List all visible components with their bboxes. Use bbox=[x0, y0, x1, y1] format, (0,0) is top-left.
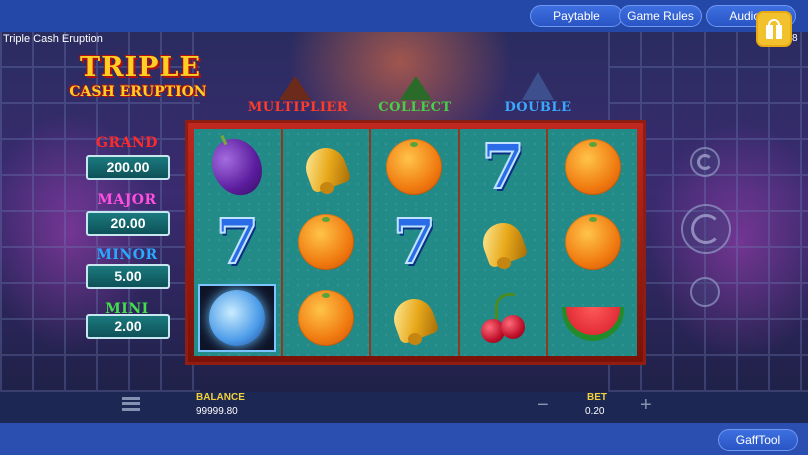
jackpot-value-mini: 2.00 bbox=[86, 314, 170, 339]
jackpot-value-major: 20.00 bbox=[86, 211, 170, 236]
cherry-icon bbox=[473, 289, 533, 347]
seven-icon: 7 bbox=[392, 205, 437, 279]
bet-increase-button[interactable]: + bbox=[640, 395, 652, 415]
bell-icon bbox=[388, 289, 441, 347]
green-volcano-icon bbox=[400, 76, 432, 100]
orange-icon bbox=[386, 138, 443, 195]
reel-frame: 777 bbox=[185, 120, 646, 365]
feature-multiplier: MULTIPLIER bbox=[247, 100, 349, 115]
reel-grid: 777 bbox=[194, 129, 637, 356]
reel-cell: 7 bbox=[194, 204, 283, 281]
bet-decrease-button[interactable]: − bbox=[537, 395, 549, 415]
moon-icon bbox=[198, 284, 277, 353]
reel-cell bbox=[282, 129, 372, 205]
menu-icon[interactable] bbox=[122, 397, 140, 411]
plum-icon bbox=[203, 130, 272, 204]
footer-bar bbox=[0, 423, 808, 455]
jackpot-value-minor: 5.00 bbox=[86, 264, 170, 289]
jackpot-label-grand: GRAND bbox=[96, 135, 158, 151]
watermelon-icon bbox=[561, 307, 624, 342]
reel-cell bbox=[459, 280, 549, 356]
logo-line-1: TRIPLE bbox=[80, 52, 202, 83]
jackpot-value-grand: 200.00 bbox=[86, 155, 170, 180]
overlapped-text: 8 bbox=[792, 33, 798, 44]
orange-icon bbox=[297, 214, 354, 271]
reel-cell bbox=[371, 280, 460, 356]
feature-double: DOUBLE bbox=[504, 100, 572, 115]
balance-value: 99999.80 bbox=[196, 406, 238, 417]
gafftool-button[interactable]: GaffTool bbox=[718, 429, 798, 451]
red-volcano-icon bbox=[279, 76, 311, 100]
bell-icon bbox=[300, 138, 352, 196]
gift-icon[interactable] bbox=[756, 11, 792, 47]
game-rules-button[interactable]: Game Rules bbox=[619, 5, 702, 27]
reel-cell bbox=[548, 280, 637, 356]
bet-chips-icon[interactable] bbox=[690, 277, 720, 307]
autoplay-icon[interactable] bbox=[690, 147, 720, 177]
reel-cell: 7 bbox=[371, 204, 460, 281]
reel-cell bbox=[282, 280, 372, 356]
reel-cell bbox=[371, 129, 460, 205]
reel-cell: 7 bbox=[459, 129, 549, 205]
reel-cell bbox=[194, 280, 283, 356]
reel-cell bbox=[282, 204, 372, 281]
orange-icon bbox=[297, 290, 354, 347]
reel-cell bbox=[194, 129, 283, 205]
orange-icon bbox=[564, 214, 621, 271]
reel-cell bbox=[548, 129, 637, 205]
bell-icon bbox=[477, 213, 529, 271]
balance-label: BALANCE bbox=[196, 392, 245, 403]
jackpot-label-minor: MINOR bbox=[96, 247, 158, 263]
seven-icon: 7 bbox=[215, 205, 260, 279]
paytable-button[interactable]: Paytable bbox=[530, 5, 623, 27]
logo-line-2: CASH ERUPTION bbox=[69, 84, 207, 100]
spin-button[interactable] bbox=[681, 204, 731, 254]
blue-volcano-icon bbox=[522, 72, 554, 100]
reel-cell bbox=[548, 204, 637, 281]
game-title: Triple Cash Eruption bbox=[3, 33, 103, 45]
orange-icon bbox=[564, 138, 621, 195]
reel-cell bbox=[459, 204, 549, 281]
bet-label: BET bbox=[587, 392, 607, 403]
seven-icon: 7 bbox=[481, 129, 526, 203]
bet-value: 0.20 bbox=[585, 406, 605, 417]
jackpot-label-major: MAJOR bbox=[97, 192, 157, 208]
feature-collect: COLLECT bbox=[378, 100, 452, 115]
